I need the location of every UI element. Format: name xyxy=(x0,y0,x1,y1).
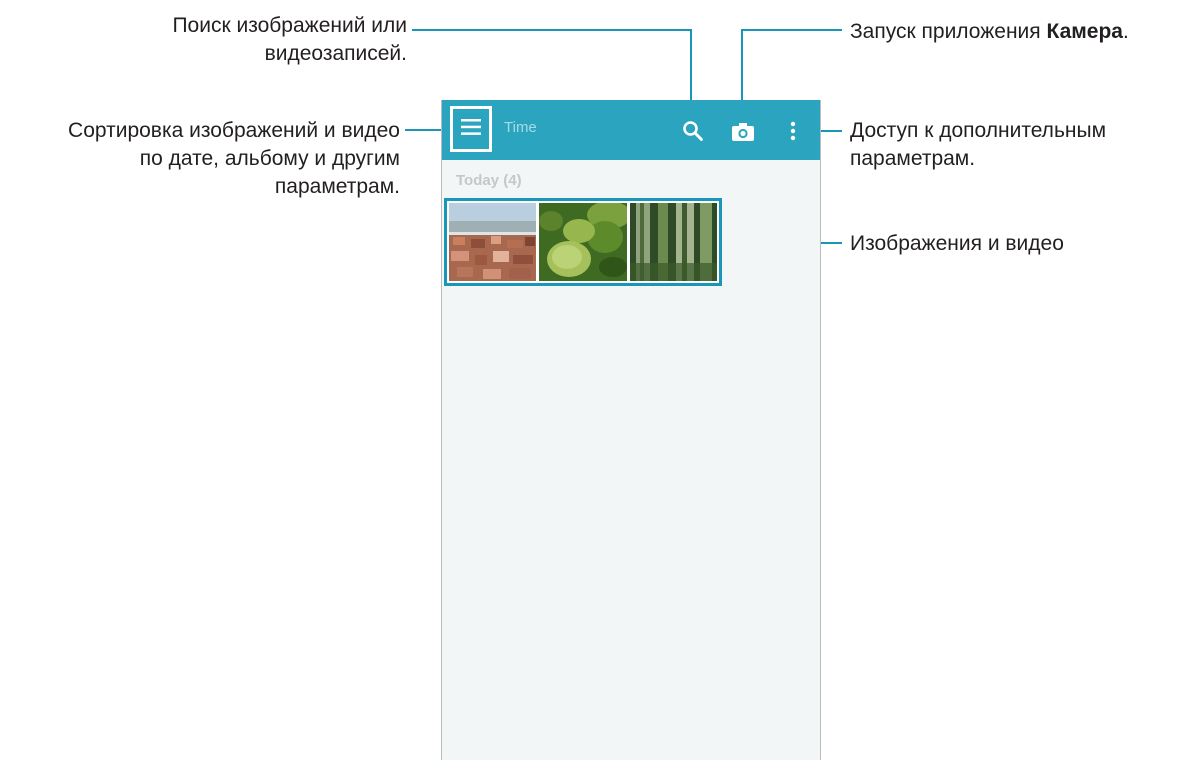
callout-more-options: Доступ к дополнительным параметрам. xyxy=(850,117,1106,173)
callout-camera-suffix: . xyxy=(1122,20,1129,43)
menu-icon xyxy=(461,118,481,141)
callout-sort: Сортировка изображений и видео по дате, … xyxy=(68,117,400,201)
thumbnail-town-rooftops[interactable] xyxy=(449,203,537,281)
thumbnail-mossy-tree[interactable] xyxy=(629,203,717,281)
date-group-header: Today (4) xyxy=(456,172,522,189)
leader-search-horizontal xyxy=(412,29,692,31)
callout-sort-line-1: Сортировка изображений и видео xyxy=(68,119,400,142)
callout-camera: Запуск приложения Камера. xyxy=(850,18,1129,46)
app-bar: Time xyxy=(442,100,820,160)
media-grid xyxy=(444,198,722,286)
menu-button[interactable] xyxy=(450,106,492,152)
view-mode-title[interactable]: Time xyxy=(504,119,537,136)
camera-icon[interactable] xyxy=(731,122,755,147)
callout-media-line-1: Изображения и видео xyxy=(850,232,1064,255)
search-icon[interactable] xyxy=(682,120,704,147)
callout-more-line-1: Доступ к дополнительным xyxy=(850,119,1107,142)
callout-search: Поиск изображений или видеозаписей. xyxy=(172,12,407,68)
callout-camera-app-name: Камера xyxy=(1046,20,1123,43)
callout-sort-line-2: по дате, альбому и другим xyxy=(139,147,400,170)
leader-sort-horizontal xyxy=(405,129,445,131)
callout-media: Изображения и видео xyxy=(850,230,1064,258)
callout-more-line-2: параметрам. xyxy=(850,147,976,170)
leader-camera-horizontal xyxy=(741,29,842,31)
callout-search-line-2: видеозаписей. xyxy=(264,42,407,65)
thumbnail-green-flower[interactable] xyxy=(539,203,627,281)
callout-camera-prefix: Запуск приложения xyxy=(850,20,1047,43)
gallery-screen: Time Today (4) xyxy=(441,100,821,760)
callout-sort-line-3: параметрам. xyxy=(274,175,400,198)
more-vert-icon[interactable] xyxy=(789,121,797,146)
callout-search-line-1: Поиск изображений или xyxy=(172,14,407,37)
